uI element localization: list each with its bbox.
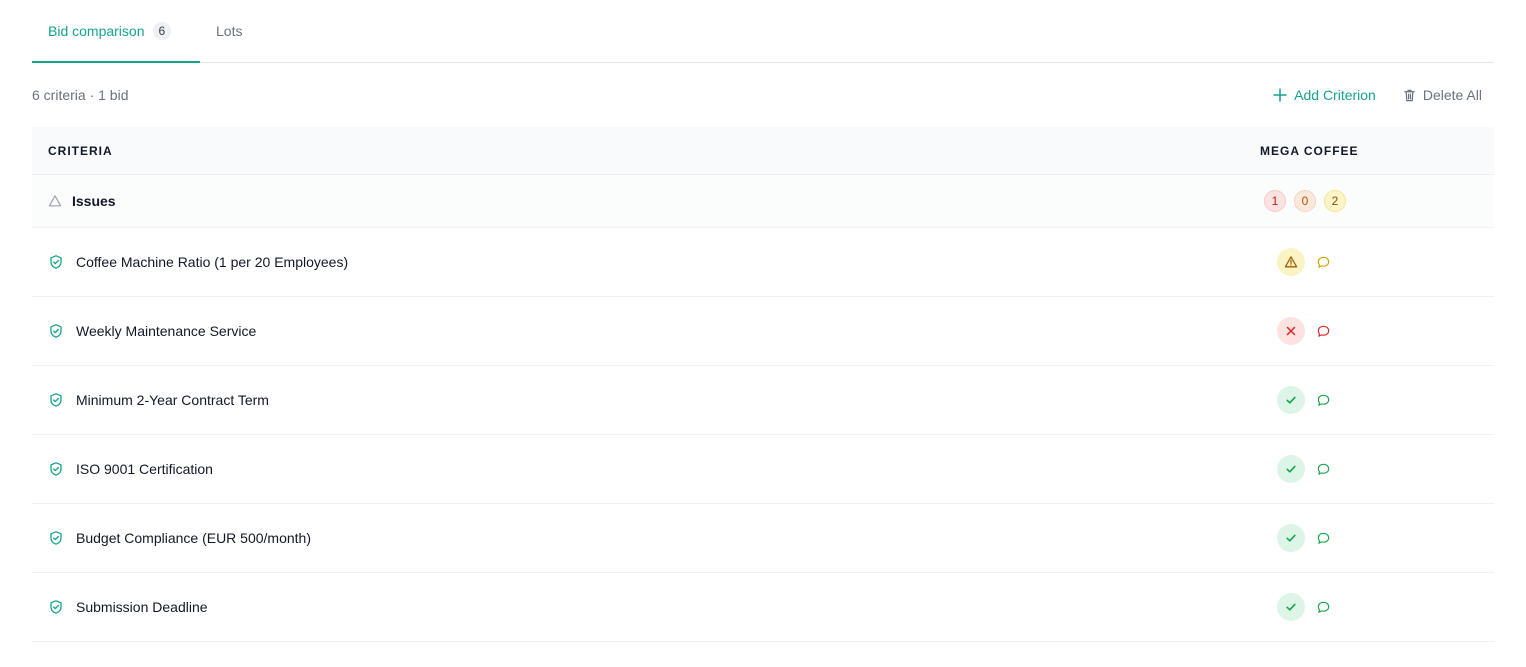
criterion-label: Minimum 2-Year Contract Term [76,392,269,408]
fail-status-icon[interactable] [1277,317,1305,345]
comparison-table: CRITERIA MEGA COFFEE Issues 1 0 2 Coffee… [32,127,1494,642]
criterion-name-cell: ISO 9001 Certification [32,461,1260,477]
add-criterion-label: Add Criterion [1294,87,1376,103]
criterion-row[interactable]: Budget Compliance (EUR 500/month) [32,504,1494,573]
bid-result-cell [1260,593,1494,621]
add-criterion-button[interactable]: Add Criterion [1272,87,1376,103]
criterion-name-cell: Coffee Machine Ratio (1 per 20 Employees… [32,254,1260,270]
criterion-name-cell: Minimum 2-Year Contract Term [32,392,1260,408]
comment-icon[interactable] [1316,462,1331,477]
bid-result-cell [1260,455,1494,483]
shield-check-icon [48,254,64,270]
shield-check-icon [48,392,64,408]
shield-check-icon [48,323,64,339]
bid-comparison-page: Bid comparison 6 Lots 6 criteria · 1 bid… [32,0,1494,642]
criterion-row[interactable]: Submission Deadline [32,573,1494,642]
criterion-name-cell: Submission Deadline [32,599,1260,615]
triangle-icon [48,194,62,208]
bid-result-cell [1260,317,1494,345]
major-issue-count: 0 [1294,190,1316,212]
criterion-label: Coffee Machine Ratio (1 per 20 Employees… [76,254,349,270]
pass-status-icon[interactable] [1277,386,1305,414]
criterion-row[interactable]: ISO 9001 Certification [32,435,1494,504]
tab-bar: Bid comparison 6 Lots [32,0,1494,63]
issues-label-cell: Issues [32,193,1260,209]
toolbar: 6 criteria · 1 bid Add Criterion Delete … [32,63,1494,127]
warning-status-icon[interactable] [1277,248,1305,276]
comment-icon[interactable] [1316,255,1331,270]
column-header-bidder[interactable]: MEGA COFFEE [1260,144,1494,158]
criterion-name-cell: Weekly Maintenance Service [32,323,1260,339]
criterion-row[interactable]: Coffee Machine Ratio (1 per 20 Employees… [32,228,1494,297]
criterion-name-cell: Budget Compliance (EUR 500/month) [32,530,1260,546]
comment-icon[interactable] [1316,600,1331,615]
plus-icon [1272,87,1288,103]
bid-result-cell [1260,524,1494,552]
issues-counts-cell: 1 0 2 [1260,190,1494,212]
tab-bid-comparison[interactable]: Bid comparison 6 [32,0,200,63]
pass-status-icon[interactable] [1277,455,1305,483]
shield-check-icon [48,461,64,477]
bid-result-cell [1260,248,1494,276]
column-header-criteria: CRITERIA [48,143,113,158]
tab-bid-comparison-label: Bid comparison [48,22,145,39]
minor-issue-count: 2 [1324,190,1346,212]
comment-icon[interactable] [1316,531,1331,546]
criterion-label: Weekly Maintenance Service [76,323,257,339]
shield-check-icon [48,530,64,546]
criterion-row[interactable]: Weekly Maintenance Service [32,297,1494,366]
tab-count-badge: 6 [152,21,172,40]
delete-all-button[interactable]: Delete All [1402,87,1482,103]
table-header: CRITERIA MEGA COFFEE [32,127,1494,175]
bid-result-cell [1260,386,1494,414]
pass-status-icon[interactable] [1277,593,1305,621]
shield-check-icon [48,599,64,615]
comment-icon[interactable] [1316,324,1331,339]
trash-icon [1402,88,1417,103]
critical-issue-count: 1 [1264,190,1286,212]
criterion-label: Budget Compliance (EUR 500/month) [76,530,312,546]
pass-status-icon[interactable] [1277,524,1305,552]
delete-all-label: Delete All [1422,87,1482,103]
tab-lots-label: Lots [216,22,243,39]
criteria-summary: 6 criteria · 1 bid [32,87,129,103]
tab-lots[interactable]: Lots [200,0,258,62]
criterion-label: ISO 9001 Certification [76,461,213,477]
toolbar-actions: Add Criterion Delete All [1272,87,1482,103]
issues-row[interactable]: Issues 1 0 2 [32,175,1494,228]
criterion-label: Submission Deadline [76,599,208,615]
issues-label: Issues [72,193,116,209]
criterion-row[interactable]: Minimum 2-Year Contract Term [32,366,1494,435]
comment-icon[interactable] [1316,393,1331,408]
